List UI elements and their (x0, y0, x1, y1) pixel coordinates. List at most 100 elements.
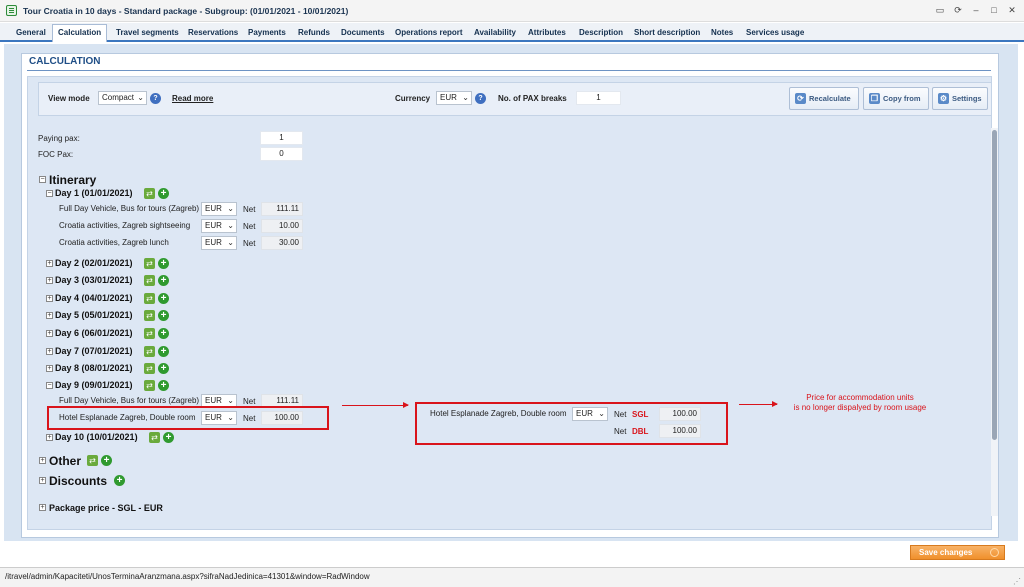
net-price-field[interactable]: 30.00 (261, 236, 303, 250)
discounts-expander[interactable]: + (39, 477, 46, 484)
recalculate-button[interactable]: ⟳ Recalculate (789, 87, 859, 110)
annotation-line: Price for accommodation units (806, 393, 914, 402)
save-changes-button[interactable]: Save changes (910, 545, 1005, 560)
pax-breaks-label: No. of PAX breaks (498, 94, 567, 103)
day-label: Day 8 (08/01/2021) (55, 363, 133, 373)
day-expander[interactable]: + (46, 365, 53, 372)
resize-grip-icon[interactable]: ⋰ (1013, 573, 1021, 587)
vertical-scrollbar[interactable] (991, 128, 998, 516)
service-picker-icon[interactable]: ⇄ (144, 328, 155, 339)
service-picker-icon[interactable]: ⇄ (149, 432, 160, 443)
tab-refunds[interactable]: Refunds (293, 26, 335, 42)
tab-calculation[interactable]: Calculation (52, 24, 108, 42)
settings-label: Settings (952, 94, 982, 103)
add-service-icon[interactable]: + (158, 328, 169, 339)
day-expander[interactable]: − (46, 190, 53, 197)
minimize-icon[interactable]: – (968, 3, 984, 17)
tab-reservations[interactable]: Reservations (183, 26, 243, 42)
service-picker-icon[interactable]: ⇄ (87, 455, 98, 466)
day-label: Day 5 (05/01/2021) (55, 310, 133, 320)
day-label: Day 6 (06/01/2021) (55, 328, 133, 338)
reload-icon[interactable]: ⟳ (950, 3, 966, 17)
day-expander[interactable]: − (46, 382, 53, 389)
net-label: Net (243, 222, 256, 231)
currency-select[interactable]: EUR ⌄ (436, 91, 472, 105)
add-service-icon[interactable]: + (158, 363, 169, 374)
add-service-icon[interactable]: + (158, 293, 169, 304)
service-picker-icon[interactable]: ⇄ (144, 258, 155, 269)
paying-pax-label: Paying pax: (38, 134, 80, 143)
add-service-icon[interactable]: + (163, 432, 174, 443)
other-title: Other (49, 454, 82, 468)
tab-documents[interactable]: Documents (336, 26, 390, 42)
settings-button[interactable]: ⚙ Settings (932, 87, 988, 110)
add-service-icon[interactable]: + (101, 455, 112, 466)
service-picker-icon[interactable]: ⇄ (144, 310, 155, 321)
service-currency-select[interactable]: EUR ⌄ (572, 407, 608, 421)
service-picker-icon[interactable]: ⇄ (144, 275, 155, 286)
add-discount-icon[interactable]: + (114, 475, 125, 486)
tab-travel-segments[interactable]: Travel segments (111, 26, 184, 42)
net-price-field[interactable]: 100.00 (659, 407, 701, 421)
tab-payments[interactable]: Payments (243, 26, 291, 42)
help-icon[interactable]: ? (150, 93, 161, 104)
add-service-icon[interactable]: + (158, 380, 169, 391)
day-expander[interactable]: + (46, 277, 53, 284)
close-icon[interactable]: ✕ (1004, 3, 1020, 17)
chevron-down-icon: ⌄ (227, 204, 234, 213)
scrollbar-thumb[interactable] (992, 130, 997, 440)
foc-pax-label: FOC Pax: (38, 150, 74, 159)
pax-breaks-input[interactable]: 1 (576, 91, 621, 105)
tab-description[interactable]: Description (574, 26, 628, 42)
add-service-icon[interactable]: + (158, 346, 169, 357)
itinerary-title: Itinerary (49, 173, 97, 187)
foc-pax-input[interactable]: 0 (260, 147, 303, 161)
tab-attributes[interactable]: Attributes (523, 26, 571, 42)
day-expander[interactable]: + (46, 295, 53, 302)
currency-value: EUR (440, 93, 457, 102)
day-label: Day 2 (02/01/2021) (55, 258, 133, 268)
annotation-arrow (739, 401, 778, 407)
service-picker-icon[interactable]: ⇄ (144, 346, 155, 357)
view-mode-select[interactable]: Compact ⌄ (98, 91, 147, 105)
net-price-field[interactable]: 111.11 (261, 202, 303, 216)
day-expander[interactable]: + (46, 312, 53, 319)
paying-pax-input[interactable]: 1 (260, 131, 303, 145)
maximize-icon[interactable]: □ (986, 3, 1002, 17)
day-expander[interactable]: + (46, 348, 53, 355)
tab-short-description[interactable]: Short description (629, 26, 705, 42)
tab-notes[interactable]: Notes (706, 26, 738, 42)
service-currency-select[interactable]: EUR ⌄ (201, 202, 237, 216)
service-picker-icon[interactable]: ⇄ (144, 380, 155, 391)
day-expander[interactable]: + (46, 260, 53, 267)
view-mode-value: Compact (102, 93, 135, 102)
calculation-body (27, 76, 992, 530)
help-icon[interactable]: ? (475, 93, 486, 104)
itinerary-expander[interactable]: − (39, 176, 46, 183)
read-more-link[interactable]: Read more (172, 94, 213, 103)
day-expander[interactable]: + (46, 434, 53, 441)
add-service-icon[interactable]: + (158, 188, 169, 199)
tab-operations-report[interactable]: Operations report (390, 26, 468, 42)
add-service-icon[interactable]: + (158, 310, 169, 321)
net-price-field[interactable]: 100.00 (659, 424, 701, 438)
day-expander[interactable]: + (46, 330, 53, 337)
tab-general[interactable]: General (11, 26, 51, 42)
package-price-title: Package price - SGL - EUR (49, 503, 163, 513)
service-currency-select[interactable]: EUR ⌄ (201, 236, 237, 250)
net-price-field[interactable]: 10.00 (261, 219, 303, 233)
service-picker-icon[interactable]: ⇄ (144, 363, 155, 374)
tab-availability[interactable]: Availability (469, 26, 521, 42)
tab-services-usage[interactable]: Services usage (741, 26, 809, 42)
service-picker-icon[interactable]: ⇄ (144, 188, 155, 199)
add-service-icon[interactable]: + (158, 275, 169, 286)
window-title: Tour Croatia in 10 days - Standard packa… (23, 6, 349, 16)
pin-icon[interactable]: ▭ (932, 3, 948, 17)
service-currency-select[interactable]: EUR ⌄ (201, 219, 237, 233)
other-expander[interactable]: + (39, 457, 46, 464)
add-service-icon[interactable]: + (158, 258, 169, 269)
chevron-down-icon: ⌄ (227, 238, 234, 247)
service-picker-icon[interactable]: ⇄ (144, 293, 155, 304)
copy-from-button[interactable]: ❐ Copy from (863, 87, 929, 110)
package-price-expander[interactable]: + (39, 504, 46, 511)
